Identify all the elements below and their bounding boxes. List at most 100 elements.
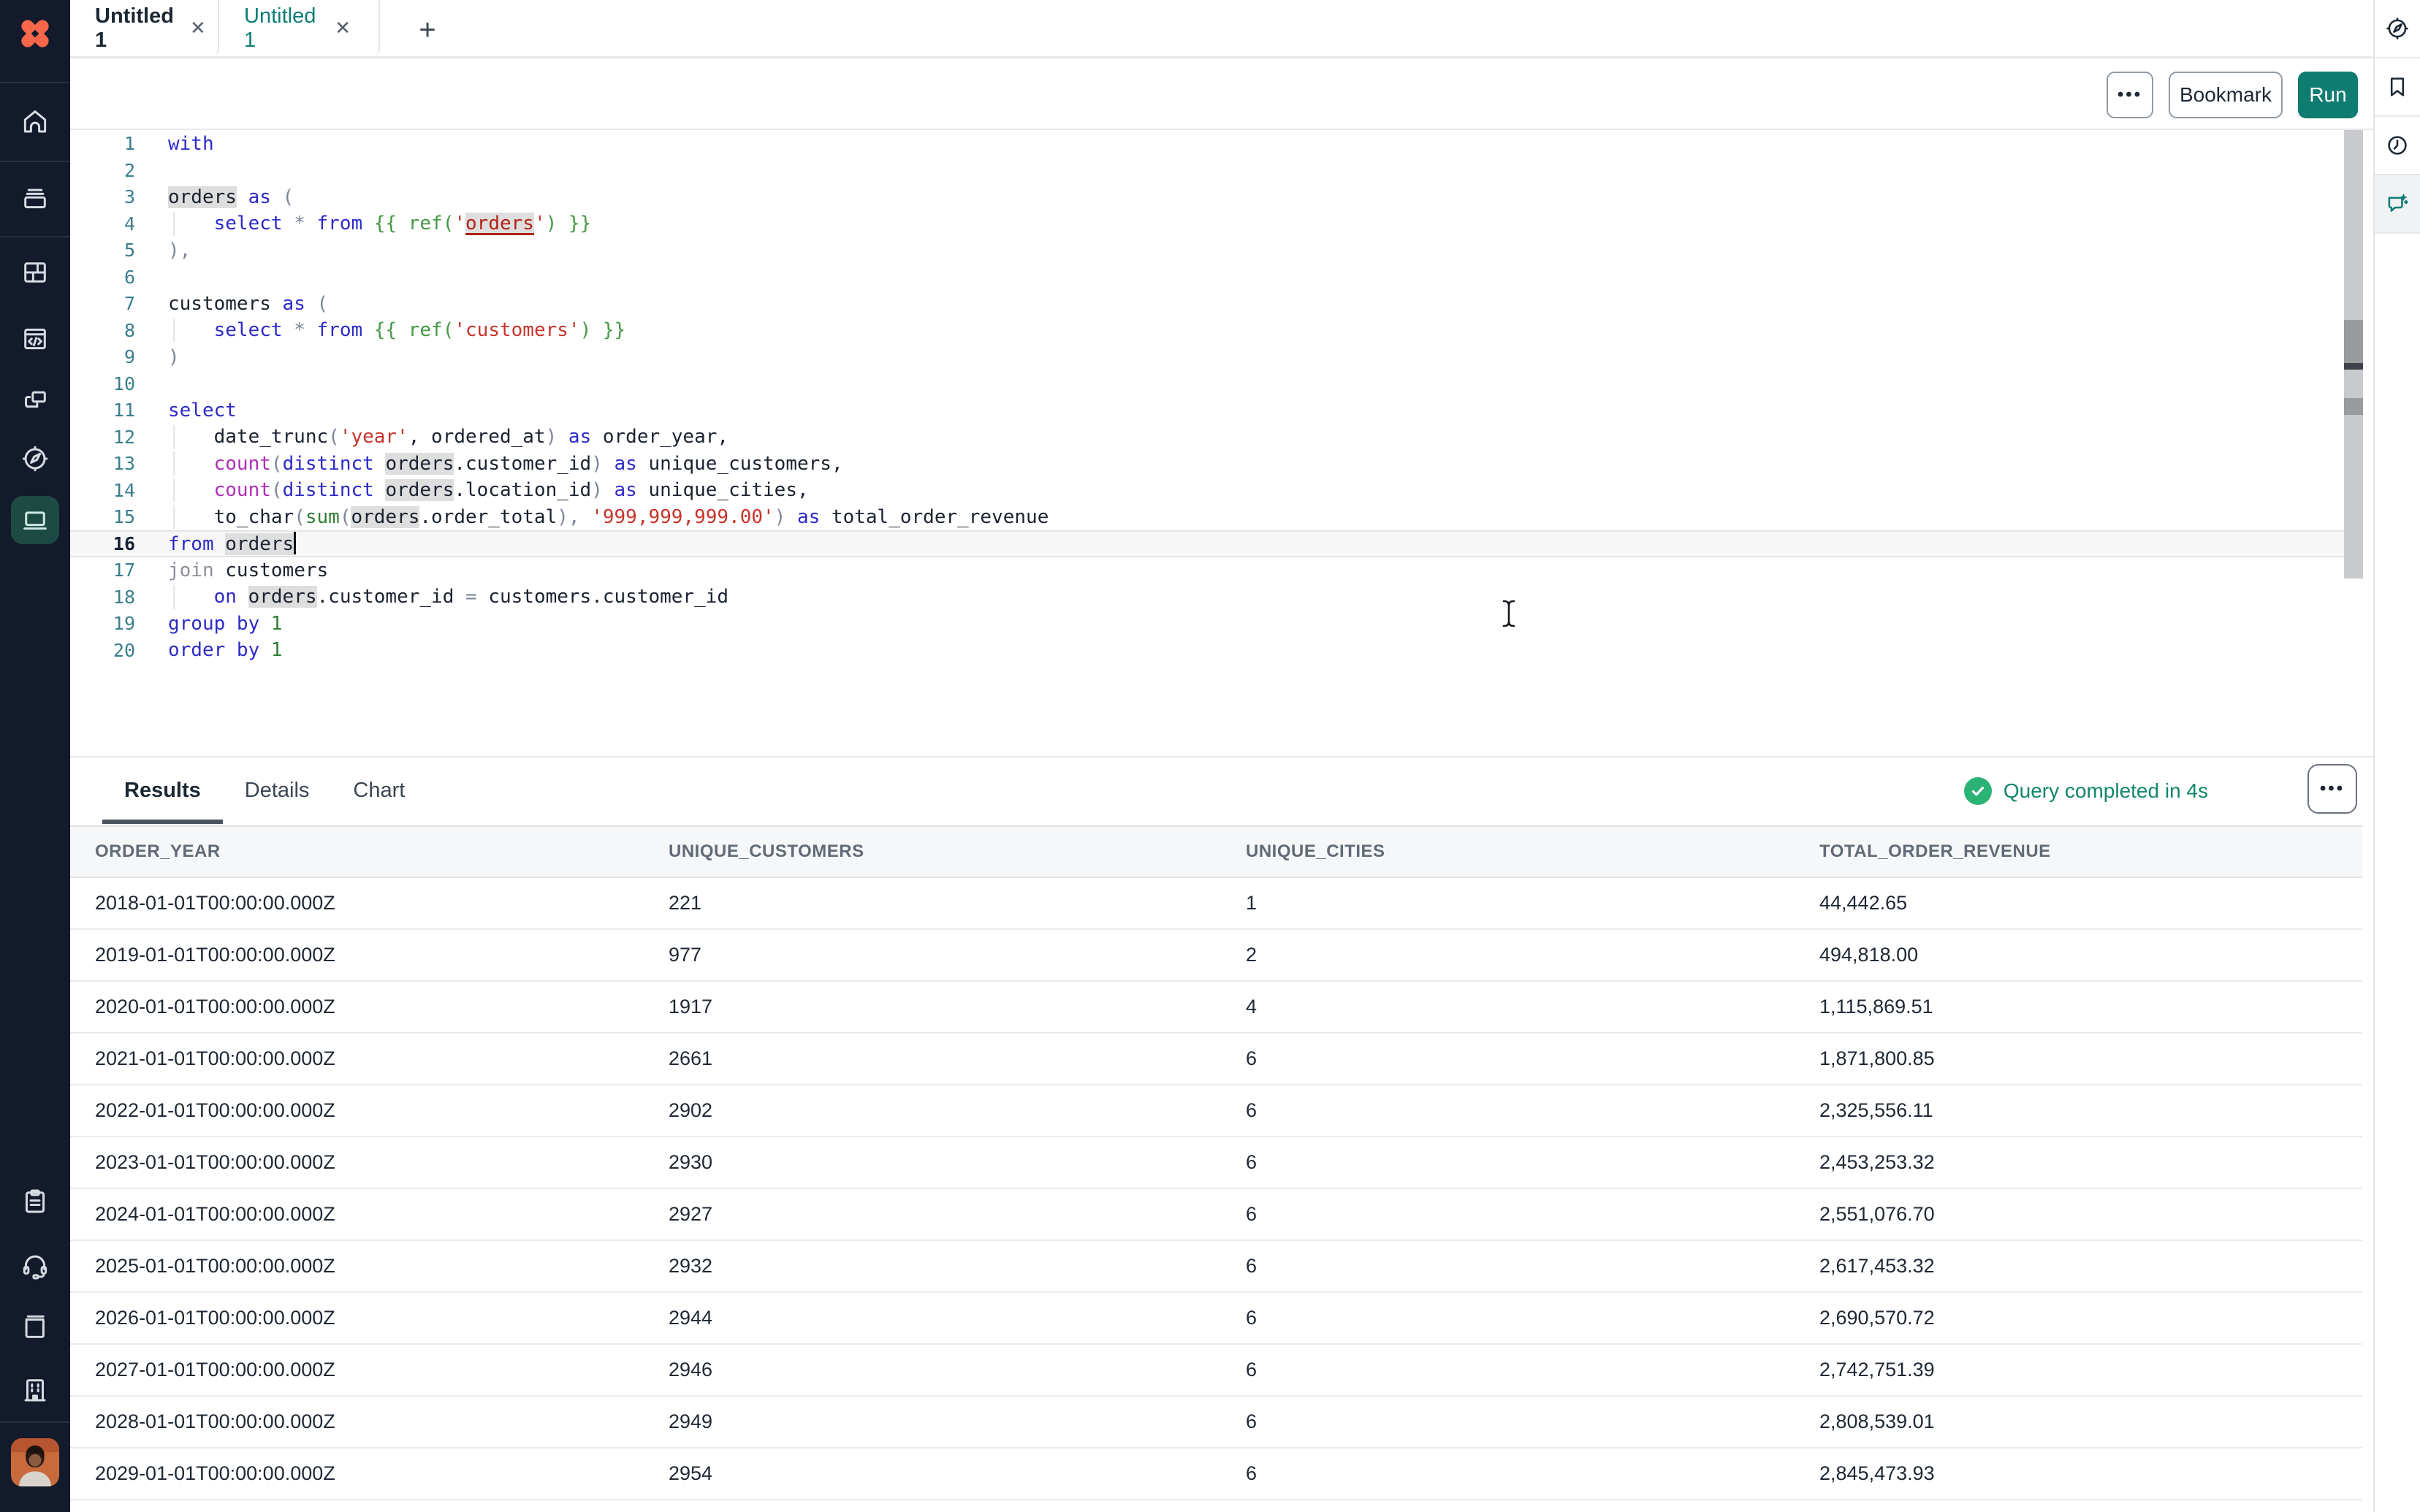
code-line-13[interactable]: 13 count(distinct orders.customer_id) as… xyxy=(70,450,2344,477)
mouse-text-cursor xyxy=(1501,599,1517,631)
tab-results[interactable]: Results xyxy=(102,757,223,824)
tab-untitled-2[interactable]: Untitled 1 ✕ xyxy=(219,0,380,56)
code-text: from orders xyxy=(135,532,296,555)
scrollbar-thumb[interactable] xyxy=(2344,320,2363,367)
code-line-3[interactable]: 3orders as ( xyxy=(70,183,2344,210)
hex-logo[interactable] xyxy=(0,6,70,61)
code-line-1[interactable]: 1with xyxy=(70,130,2344,157)
table-row: 2024-01-01T00:00:00.000Z292762,551,076.7… xyxy=(70,1189,2362,1241)
bookmark-icon xyxy=(2384,74,2411,100)
sidebar-item-compass[interactable] xyxy=(0,432,70,485)
code-line-17[interactable]: 17join customers xyxy=(70,557,2344,584)
table-cell: 2946 xyxy=(669,1359,1246,1381)
results-more-button[interactable]: ••• xyxy=(2307,764,2357,814)
code-text: group by 1 xyxy=(135,613,283,635)
line-number: 13 xyxy=(70,453,135,474)
code-line-7[interactable]: 7customers as ( xyxy=(70,290,2344,317)
line-number: 3 xyxy=(70,186,135,207)
line-number: 11 xyxy=(70,400,135,421)
code-line-6[interactable]: 6 xyxy=(70,264,2344,291)
panel-toggle-bookmark[interactable] xyxy=(2375,58,2420,117)
code-line-18[interactable]: 18 on orders.customer_id = customers.cus… xyxy=(70,584,2344,611)
tab-label: Untitled 1 xyxy=(244,4,319,53)
column-header[interactable]: ORDER_YEAR xyxy=(95,841,669,862)
code-line-9[interactable]: 9) xyxy=(70,343,2344,370)
code-text: select * from {{ ref('customers') }} xyxy=(135,319,625,341)
code-line-15[interactable]: 15 to_char(sum(orders.order_total), '999… xyxy=(70,503,2344,530)
code-text: orders as ( xyxy=(135,186,294,208)
inbox-icon xyxy=(20,183,50,213)
panel-toggle-clock[interactable] xyxy=(2375,117,2420,175)
column-header[interactable]: UNIQUE_CITIES xyxy=(1246,841,1819,862)
table-cell: 6 xyxy=(1246,1462,1819,1485)
editor-scrollbar[interactable] xyxy=(2344,130,2363,579)
text-caret xyxy=(294,532,296,554)
tab-details[interactable]: Details xyxy=(223,757,332,824)
table-cell: 2,617,453.32 xyxy=(1819,1255,2362,1278)
sidebar-divider xyxy=(0,236,70,237)
sql-editor[interactable]: 1with23orders as (4 select * from {{ ref… xyxy=(70,130,2373,756)
line-number: 4 xyxy=(70,213,135,234)
panel-toggle-compass[interactable] xyxy=(2375,0,2420,58)
clipboard-icon xyxy=(20,1186,50,1217)
code-line-8[interactable]: 8 select * from {{ ref('customers') }} xyxy=(70,317,2344,344)
sidebar-item-clipboard[interactable] xyxy=(0,1175,70,1228)
left-sidebar xyxy=(0,0,70,1512)
table-cell: 221 xyxy=(669,892,1246,915)
code-line-2[interactable]: 2 xyxy=(70,157,2344,184)
clock-icon xyxy=(2384,132,2411,159)
cell-toolbar: ••• Bookmark Run xyxy=(70,61,2373,130)
sidebar-item-inbox[interactable] xyxy=(0,172,70,224)
hex-logo-icon xyxy=(14,12,56,55)
table-cell: 1,871,800.85 xyxy=(1819,1047,2362,1070)
tab-close-icon[interactable]: ✕ xyxy=(187,15,209,41)
table-cell: 2902 xyxy=(669,1099,1246,1122)
table-cell: 2025-01-01T00:00:00.000Z xyxy=(95,1255,669,1278)
sidebar-item-home[interactable] xyxy=(0,95,70,148)
table-cell: 2020-01-01T00:00:00.000Z xyxy=(95,996,669,1018)
code-line-11[interactable]: 11select xyxy=(70,397,2344,424)
line-number: 10 xyxy=(70,373,135,394)
sidebar-item-laptop[interactable] xyxy=(0,494,70,546)
scrollbar-thumb[interactable] xyxy=(2344,398,2363,415)
code-line-5[interactable]: 5), xyxy=(70,237,2344,264)
line-number: 17 xyxy=(70,560,135,581)
code-text: count(distinct orders.customer_id) as un… xyxy=(135,453,843,475)
table-cell: 2932 xyxy=(669,1255,1246,1278)
code-line-20[interactable]: 20order by 1 xyxy=(70,637,2344,664)
table-cell: 6 xyxy=(1246,1047,1819,1070)
bookmark-button[interactable]: Bookmark xyxy=(2169,72,2283,118)
table-cell: 2,690,570.72 xyxy=(1819,1307,2362,1329)
user-avatar[interactable] xyxy=(11,1438,59,1486)
more-options-button[interactable]: ••• xyxy=(2107,72,2153,118)
results-panel: Results Details Chart Query completed in… xyxy=(70,756,2373,1512)
panel-toggle-ai-chat[interactable] xyxy=(2375,175,2420,234)
table-cell: 2027-01-01T00:00:00.000Z xyxy=(95,1359,669,1381)
compass-icon xyxy=(2384,15,2411,42)
code-line-16[interactable]: 16from orders xyxy=(70,530,2344,557)
code-line-4[interactable]: 4 select * from {{ ref('orders') }} xyxy=(70,210,2344,237)
sidebar-item-code-window[interactable] xyxy=(0,313,70,365)
sidebar-item-building[interactable] xyxy=(0,1364,70,1416)
table-cell: 2026-01-01T00:00:00.000Z xyxy=(95,1307,669,1329)
column-header[interactable]: TOTAL_ORDER_REVENUE xyxy=(1819,841,2362,862)
table-cell: 2028-01-01T00:00:00.000Z xyxy=(95,1410,669,1433)
sidebar-item-headset[interactable] xyxy=(0,1239,70,1291)
code-line-12[interactable]: 12 date_trunc('year', ordered_at) as ord… xyxy=(70,424,2344,451)
code-line-10[interactable]: 10 xyxy=(70,370,2344,397)
tab-close-icon[interactable]: ✕ xyxy=(332,15,354,41)
sidebar-item-layout[interactable] xyxy=(0,246,70,299)
table-body: 2018-01-01T00:00:00.000Z221144,442.65201… xyxy=(70,878,2362,1512)
sidebar-item-book[interactable] xyxy=(0,1301,70,1353)
run-button[interactable]: Run xyxy=(2298,72,2358,118)
code-line-19[interactable]: 19group by 1 xyxy=(70,610,2344,637)
sidebar-item-windows[interactable] xyxy=(0,374,70,427)
column-header[interactable]: UNIQUE_CUSTOMERS xyxy=(669,841,1246,862)
code-line-14[interactable]: 14 count(distinct orders.location_id) as… xyxy=(70,477,2344,504)
new-tab-button[interactable]: + xyxy=(408,10,447,50)
line-number: 1 xyxy=(70,133,135,154)
tab-untitled-1[interactable]: Untitled 1 ✕ xyxy=(70,0,219,56)
table-cell: 2,453,253.32 xyxy=(1819,1151,2362,1174)
tab-chart[interactable]: Chart xyxy=(331,757,427,824)
table-row: 2023-01-01T00:00:00.000Z293062,453,253.3… xyxy=(70,1137,2362,1189)
